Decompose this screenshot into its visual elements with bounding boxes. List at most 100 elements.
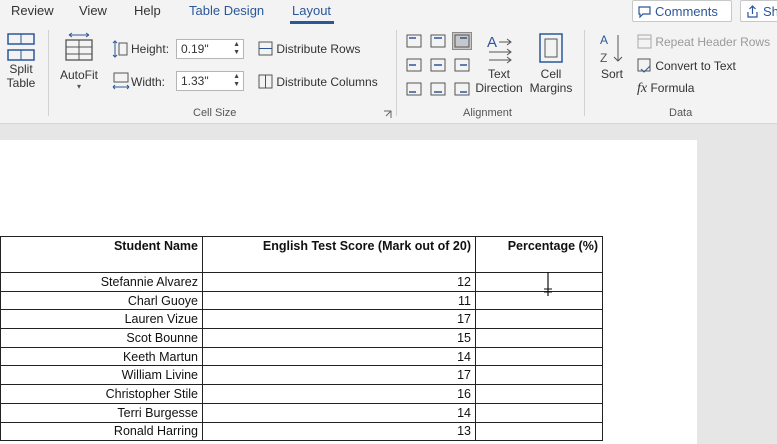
table-cell-score[interactable]: 16 xyxy=(202,384,476,404)
table-row: Stefannie Alvarez 12 xyxy=(0,272,603,292)
align-top-right-button[interactable] xyxy=(452,32,472,50)
tab-layout[interactable]: Layout xyxy=(292,3,331,18)
align-bottom-right-icon xyxy=(454,82,470,96)
group-separator xyxy=(584,30,585,116)
table-cell-score[interactable]: 14 xyxy=(202,402,476,423)
table-cell-score[interactable]: 14 xyxy=(202,346,476,367)
table-cell-score[interactable]: 13 xyxy=(202,421,476,442)
comment-icon xyxy=(638,6,651,18)
convert-to-text-icon xyxy=(637,58,651,73)
header-percentage[interactable]: Percentage (%) xyxy=(475,236,603,273)
table-row: Terri Burgesse 14 xyxy=(0,402,603,423)
table-cell-percentage[interactable] xyxy=(475,402,603,423)
align-center-icon xyxy=(430,58,446,72)
table-cell-percentage[interactable] xyxy=(475,384,603,404)
align-center-right-button[interactable] xyxy=(453,57,471,73)
table-cell-name[interactable]: Ronald Harring xyxy=(0,421,203,442)
table-cell-name[interactable]: Charl Guoye xyxy=(0,290,203,311)
table-cell-percentage[interactable] xyxy=(475,272,603,292)
comments-button[interactable]: Comments xyxy=(632,0,732,22)
table-cell-name[interactable]: Keeth Martun xyxy=(0,346,203,367)
sort-icon: A Z xyxy=(600,33,623,65)
table-row: Charl Guoye 11 xyxy=(0,290,603,311)
table-row: Scot Bounne 15 xyxy=(0,328,603,348)
distribute-rows-button[interactable]: Distribute Rows xyxy=(258,41,360,56)
table-cell-score[interactable]: 17 xyxy=(202,365,476,386)
align-bottom-left-button[interactable] xyxy=(405,81,423,97)
table-cell-name[interactable]: Stefannie Alvarez xyxy=(0,272,203,292)
chevron-down-icon: ▾ xyxy=(76,82,81,91)
table-row: Lauren Vizue 17 xyxy=(0,309,603,330)
table-cell-percentage[interactable] xyxy=(475,290,603,311)
table-cell-percentage[interactable] xyxy=(475,328,603,348)
cell-size-group-label: Cell Size xyxy=(193,107,237,119)
width-input[interactable]: 1.33" ▲ ▼ xyxy=(176,71,244,91)
spin-arrows-icon[interactable]: ▲ ▼ xyxy=(233,73,240,89)
height-label: Height: xyxy=(131,42,170,56)
align-bottom-right-button[interactable] xyxy=(453,81,471,97)
align-center-button[interactable] xyxy=(429,57,447,73)
table-cell-name[interactable]: Scot Bounne xyxy=(0,328,203,348)
cell-margins-icon xyxy=(539,33,563,63)
repeat-header-rows-button[interactable]: Repeat Header Rows xyxy=(637,34,770,49)
text-direction-icon: A xyxy=(487,34,512,64)
table-cell-percentage[interactable] xyxy=(475,346,603,367)
table-cell-score[interactable]: 17 xyxy=(202,309,476,330)
header-student-name[interactable]: Student Name xyxy=(0,236,203,273)
group-separator xyxy=(396,30,397,116)
spin-arrows-icon[interactable]: ▲ ▼ xyxy=(233,41,240,57)
table-cell-score[interactable]: 11 xyxy=(202,290,476,311)
group-separator xyxy=(48,30,49,116)
header-english-score[interactable]: English Test Score (Mark out of 20) xyxy=(202,236,476,273)
table-cell-percentage[interactable] xyxy=(475,309,603,330)
align-bottom-center-icon xyxy=(430,82,446,96)
autofit-icon xyxy=(65,32,93,61)
align-top-left-button[interactable] xyxy=(405,33,423,49)
split-table-button[interactable]: Split Table xyxy=(2,32,40,90)
align-center-right-icon xyxy=(454,58,470,72)
table-header-row: Student Name English Test Score (Mark ou… xyxy=(0,236,603,273)
tab-view[interactable]: View xyxy=(79,3,107,18)
table-row: Keeth Martun 14 xyxy=(0,346,603,367)
tab-table-design[interactable]: Table Design xyxy=(189,3,264,18)
align-bottom-center-button[interactable] xyxy=(429,81,447,97)
convert-to-text-button[interactable]: Convert to Text xyxy=(637,58,736,73)
sort-button[interactable]: A Z Sort xyxy=(594,32,630,81)
align-center-left-button[interactable] xyxy=(405,57,423,73)
table-cell-score[interactable]: 15 xyxy=(202,328,476,348)
table-cell-name[interactable]: Christopher Stile xyxy=(0,384,203,404)
tab-help[interactable]: Help xyxy=(134,3,161,18)
table-cell-name[interactable]: Lauren Vizue xyxy=(0,309,203,330)
cell-margins-button[interactable]: Cell Margins xyxy=(526,32,576,95)
share-icon xyxy=(747,5,758,18)
table-cell-score[interactable]: 12 xyxy=(202,272,476,292)
column-width-icon xyxy=(112,72,130,90)
tab-review[interactable]: Review xyxy=(11,3,54,18)
align-top-right-icon xyxy=(454,34,470,48)
ribbon-tab-bar: Review View Help Table Design Layout Com… xyxy=(0,0,777,24)
dialog-launcher-icon[interactable] xyxy=(383,110,392,119)
split-table-icon xyxy=(7,33,35,61)
align-top-center-button[interactable] xyxy=(429,33,447,49)
align-top-center-icon xyxy=(430,34,446,48)
distribute-columns-button[interactable]: Distribute Columns xyxy=(258,74,378,89)
table-cell-percentage[interactable] xyxy=(475,365,603,386)
distribute-rows-icon xyxy=(258,41,273,56)
svg-text:A: A xyxy=(487,34,497,51)
table-cell-percentage[interactable] xyxy=(475,421,603,442)
table-cell-name[interactable]: Terri Burgesse xyxy=(0,402,203,423)
repeat-header-rows-icon xyxy=(637,34,652,49)
align-top-left-icon xyxy=(406,34,422,48)
width-label: Width: xyxy=(131,75,166,89)
height-input[interactable]: 0.19" ▲ ▼ xyxy=(176,39,244,59)
student-scores-table[interactable]: Student Name English Test Score (Mark ou… xyxy=(0,236,603,442)
share-button[interactable]: Sh xyxy=(740,0,777,22)
align-bottom-left-icon xyxy=(406,82,422,96)
formula-button[interactable]: fx Formula xyxy=(637,81,694,97)
autofit-button[interactable]: AutoFit ▾ xyxy=(56,32,102,91)
data-group-label: Data xyxy=(669,107,693,119)
table-row: William Livine 17 xyxy=(0,365,603,386)
alignment-group-label: Alignment xyxy=(463,107,512,119)
table-cell-name[interactable]: William Livine xyxy=(0,365,203,386)
text-direction-button[interactable]: A Text Direction xyxy=(474,32,524,95)
